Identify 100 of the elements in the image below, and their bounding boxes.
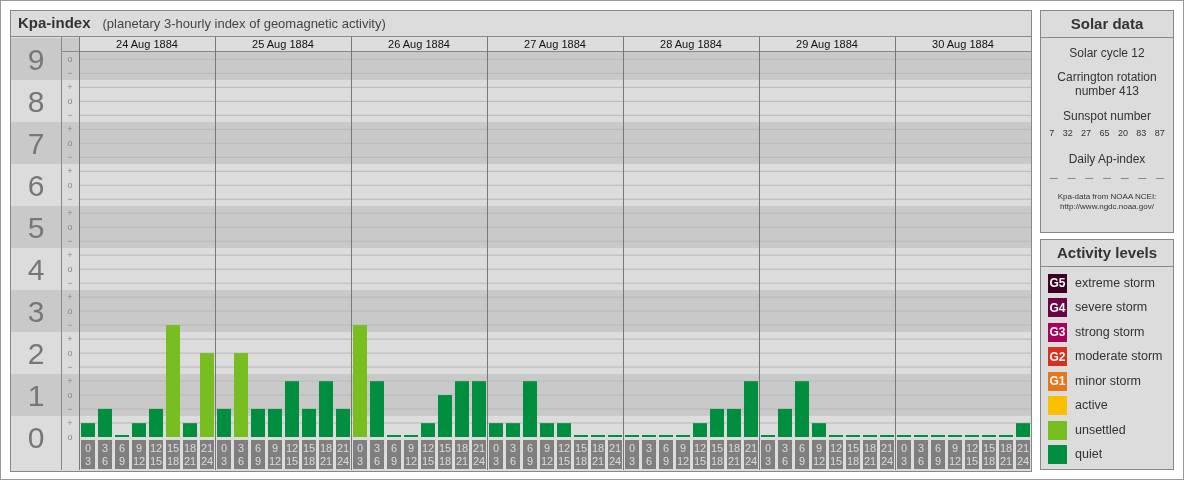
data-source-url: http://www.ngdc.noaa.gov/	[1060, 201, 1154, 212]
time-slot-label: 15 18	[574, 440, 588, 469]
time-slot-label: 3 6	[642, 440, 656, 469]
time-slot-label: 15 18	[302, 440, 316, 469]
time-slot-label: 12 15	[829, 440, 843, 469]
bar	[81, 423, 95, 437]
time-slot-label: 9 12	[132, 440, 146, 469]
ap-index-value: —	[1102, 171, 1111, 184]
bar	[302, 408, 316, 437]
minor-tick-label: o	[67, 180, 73, 191]
date-label: 28 Aug 1884	[660, 38, 722, 50]
time-slot-label: 21 24	[880, 440, 894, 469]
minor-tick-label: o	[67, 432, 73, 442]
minor-tick-label: +	[67, 376, 73, 387]
y-axis-label: 3	[27, 295, 45, 329]
time-slot-label: 6 9	[251, 440, 265, 469]
minor-tick-label: +	[67, 418, 73, 428]
panel-title: Activity levels	[1041, 240, 1173, 267]
sunspot-value: 7	[1049, 127, 1055, 140]
minor-tick-label: −	[67, 320, 73, 331]
time-slot-label: 0 3	[761, 440, 775, 469]
bar	[217, 408, 231, 437]
time-slot-label: 0 3	[489, 440, 503, 469]
bar	[472, 381, 486, 437]
ap-index-value: —	[1067, 171, 1076, 184]
time-slot-label: 3 6	[234, 440, 248, 469]
y-axis-label: 9	[27, 43, 45, 77]
time-slot-label: 21 24	[200, 440, 214, 469]
minor-tick-label: +	[67, 82, 73, 93]
bar	[336, 408, 350, 437]
bar	[489, 423, 503, 437]
legend-label: quiet	[1075, 446, 1103, 464]
bar	[557, 423, 571, 437]
legend-swatch: G4	[1048, 298, 1067, 317]
bar	[710, 408, 724, 437]
time-slot-label: 9 12	[812, 440, 826, 469]
legend-swatch: G3	[1048, 322, 1067, 342]
bar	[523, 381, 537, 437]
legend-label: unsettled	[1075, 421, 1126, 439]
bar	[370, 381, 384, 437]
time-slot-label: 15 18	[438, 440, 452, 469]
legend-swatch: G2	[1048, 347, 1067, 366]
bar	[268, 408, 282, 437]
ap-index-value: —	[1156, 171, 1165, 184]
legend-label: severe storm	[1075, 299, 1148, 317]
time-slot-label: 9 12	[676, 440, 690, 469]
minor-tick-label: −	[67, 362, 73, 373]
date-label: 26 Aug 1884	[388, 38, 450, 50]
ap-index-value: —	[1049, 171, 1058, 184]
data-source: Kpa-data from NOAA NCEI:	[1057, 191, 1157, 202]
time-slot-label: 12 15	[285, 440, 299, 469]
bar	[540, 423, 554, 437]
time-slot-label: 18 21	[319, 440, 333, 469]
time-slot-label: 21 24	[336, 440, 350, 469]
date-label: 27 Aug 1884	[524, 38, 586, 50]
time-slot-label: 18 21	[183, 440, 197, 469]
bar	[506, 423, 520, 437]
time-slot-label: 9 12	[948, 440, 962, 469]
bar	[727, 408, 741, 437]
panel-subtitle: (planetary 3-hourly index of geomagnetic activity)	[102, 14, 386, 33]
bar	[438, 395, 452, 437]
y-axis-label: 4	[27, 253, 45, 287]
time-slot-label: 21 24	[744, 440, 758, 469]
bar	[132, 423, 146, 437]
bar	[149, 408, 163, 437]
y-axis-label: 8	[27, 85, 45, 119]
legend-label: strong storm	[1075, 323, 1145, 341]
ap-index-value: —	[1138, 171, 1147, 184]
bar	[251, 408, 265, 437]
time-slot-label: 0 3	[353, 440, 367, 469]
time-slot-label: 12 15	[965, 440, 979, 469]
time-slot-label: 6 9	[115, 440, 129, 469]
bar	[795, 381, 809, 437]
time-slot-label: 3 6	[778, 440, 792, 469]
sunspot-title: Sunspot number	[1062, 108, 1152, 125]
minor-tick-label: −	[67, 194, 73, 205]
time-slot-label: 18 21	[591, 440, 605, 469]
date-label: 30 Aug 1884	[932, 38, 994, 50]
time-slot-label: 3 6	[370, 440, 384, 469]
bar	[285, 381, 299, 437]
carrington-rotation: Carrington rotation number 413	[1056, 70, 1158, 98]
minor-tick-label: −	[67, 110, 73, 121]
time-slot-label: 9 12	[268, 440, 282, 469]
solar-cycle: Solar cycle 12	[1069, 45, 1145, 62]
bar	[183, 423, 197, 437]
minor-tick-label: o	[67, 264, 73, 275]
legend-label: minor storm	[1075, 372, 1141, 390]
time-slot-label: 15 18	[982, 440, 996, 469]
legend-swatch: G1	[1048, 371, 1067, 391]
bar	[812, 423, 826, 437]
bar	[98, 408, 112, 437]
time-slot-label: 3 6	[914, 440, 928, 469]
legend-label: moderate storm	[1075, 348, 1163, 366]
legend-label: extreme storm	[1075, 274, 1155, 292]
time-slot-label: 3 6	[506, 440, 520, 469]
bar	[455, 381, 469, 437]
minor-tick-label: +	[67, 166, 73, 177]
minor-tick-label: +	[67, 208, 73, 219]
time-slot-label: 21 24	[608, 440, 622, 469]
minor-tick-label: +	[67, 334, 73, 345]
